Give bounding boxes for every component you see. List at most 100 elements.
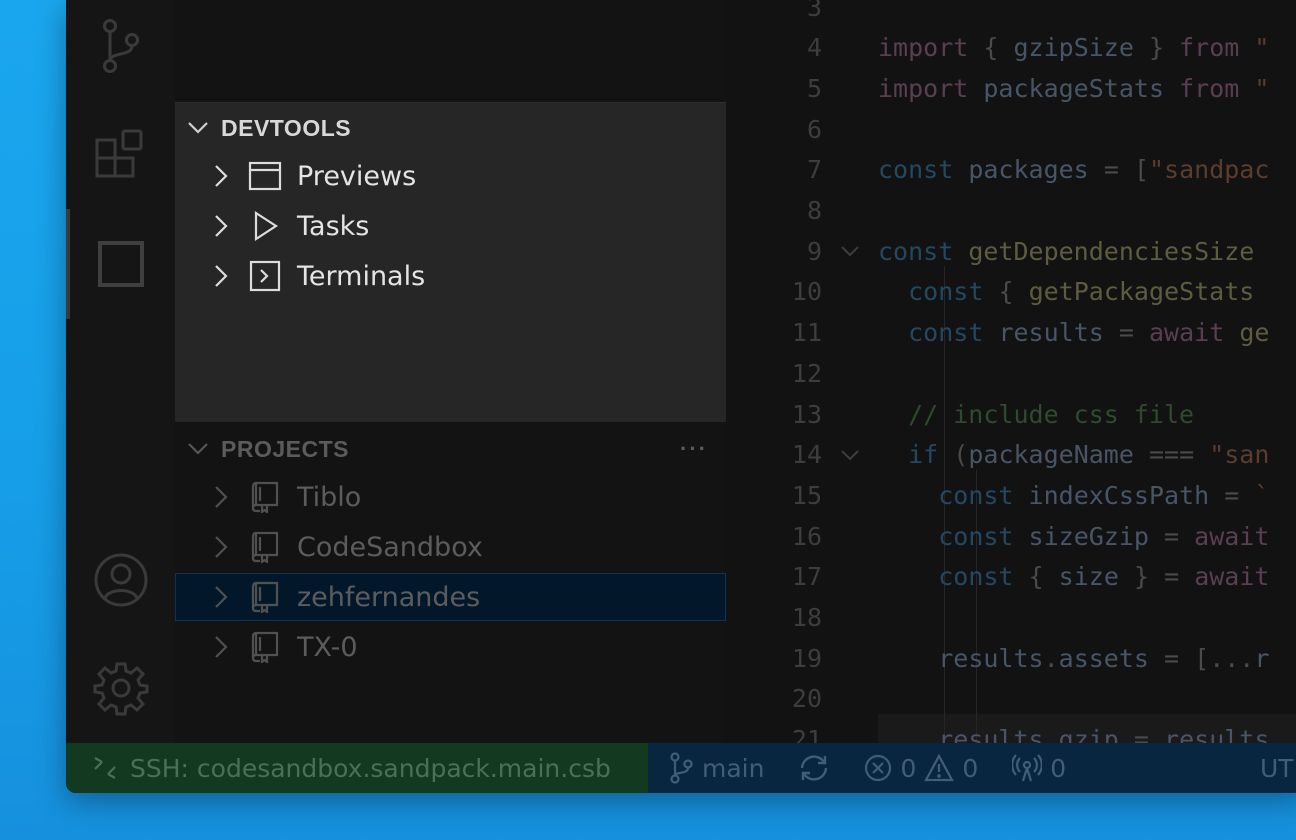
devtools-panel-icon[interactable] <box>93 236 149 292</box>
chevron-right-icon <box>205 635 237 659</box>
editor-window: DEVTOOLS Previews Tasks Terminals PROJEC… <box>66 0 1296 793</box>
repo-icon <box>247 581 283 613</box>
sync-icon <box>801 755 828 781</box>
code-line[interactable]: 16 const sizeGzip = await <box>726 516 1296 556</box>
line-number: 17 <box>791 562 822 592</box>
item-label: CodeSandbox <box>297 531 483 563</box>
repo-icon <box>247 631 283 663</box>
project-item-tiblo[interactable]: Tiblo <box>175 473 726 521</box>
code-line[interactable]: 19 results.assets = [...r <box>726 638 1296 678</box>
item-label: zehfernandes <box>297 581 481 613</box>
line-number: 4 <box>806 33 822 63</box>
project-item-tx-0[interactable]: TX-0 <box>175 623 726 671</box>
code-line[interactable]: 15 const indexCssPath = ` <box>726 475 1296 515</box>
ports-indicator[interactable]: 0 <box>1012 753 1066 783</box>
projects-title: PROJECTS <box>221 435 349 462</box>
code-text: // include css file <box>878 399 1195 429</box>
line-number: 20 <box>791 684 822 714</box>
line-number: 12 <box>791 358 822 388</box>
settings-gear-icon[interactable] <box>93 660 149 716</box>
code-line[interactable]: 9 const getDependenciesSize <box>726 231 1296 271</box>
code-line[interactable]: 13 // include css file <box>726 394 1296 434</box>
code-editor[interactable]: 3 4 import { gzipSize } from " 5 import pack… <box>726 0 1296 743</box>
line-number: 14 <box>791 440 822 470</box>
project-item-zehfernandes[interactable]: zehfernandes <box>175 573 726 621</box>
code-line[interactable]: 10 const { getPackageStats <box>726 272 1296 312</box>
devtools-item-previews[interactable]: Previews <box>175 152 726 200</box>
fold-chevron-icon[interactable] <box>822 245 878 257</box>
remote-label: SSH: codesandbox.sandpack.main.csb <box>130 753 611 783</box>
preview-window-icon <box>247 161 283 191</box>
line-number: 13 <box>791 399 822 429</box>
code-text: const results = await ge <box>908 318 1270 348</box>
code-line[interactable]: 7 const packages = ["sandpac <box>726 150 1296 190</box>
chevron-down-icon <box>175 442 221 456</box>
sync-button[interactable] <box>798 754 838 782</box>
repo-icon <box>247 481 283 513</box>
code-line[interactable]: 5 import packageStats from " <box>726 68 1296 108</box>
branch-label: main <box>702 753 765 783</box>
line-number: 21 <box>791 725 822 743</box>
source-control-icon[interactable] <box>93 18 149 74</box>
chevron-right-icon <box>205 214 237 238</box>
more-actions-icon[interactable]: ··· <box>680 426 708 472</box>
broadcast-icon <box>1012 754 1043 782</box>
devtools-item-tasks[interactable]: Tasks <box>175 202 726 250</box>
branch-indicator[interactable]: main <box>668 752 764 784</box>
code-line[interactable]: 6 <box>726 109 1296 149</box>
projects-header[interactable]: PROJECTS ··· <box>175 426 726 472</box>
line-number: 18 <box>791 603 822 632</box>
line-number: 3 <box>806 0 822 22</box>
encoding-label: UT <box>1260 753 1294 783</box>
chevron-right-icon <box>205 585 237 609</box>
devtools-header[interactable]: DEVTOOLS <box>175 105 726 151</box>
extensions-icon[interactable] <box>93 128 149 184</box>
code-text: import { gzipSize } from " <box>878 33 1270 63</box>
code-line[interactable]: 12 <box>726 353 1296 393</box>
code-text: results.assets = [...r <box>938 643 1270 673</box>
devtools-section: DEVTOOLS Previews Tasks Terminals <box>175 102 726 422</box>
code-line[interactable]: 11 const results = await ge <box>726 313 1296 353</box>
code-text: const { getPackageStats <box>908 277 1255 307</box>
error-count: 0 <box>900 753 917 783</box>
warning-count: 0 <box>962 753 979 783</box>
devtools-item-terminals[interactable]: Terminals <box>175 252 726 300</box>
code-line[interactable]: 21 results.gzip = results <box>726 720 1296 743</box>
item-label: Terminals <box>297 260 426 292</box>
devtools-title: DEVTOOLS <box>221 114 352 141</box>
project-item-codesandbox[interactable]: CodeSandbox <box>175 523 726 571</box>
code-text: if (packageName === "san <box>908 440 1270 470</box>
line-number: 10 <box>791 277 822 307</box>
fold-chevron-icon[interactable] <box>822 449 878 461</box>
line-number: 9 <box>806 236 822 266</box>
code-line[interactable]: 18 <box>726 598 1296 638</box>
code-text: const packages = ["sandpac <box>878 155 1270 185</box>
line-number: 15 <box>791 480 822 510</box>
remote-indicator[interactable]: SSH: codesandbox.sandpack.main.csb <box>66 743 648 793</box>
active-indicator <box>66 209 70 319</box>
item-label: TX-0 <box>297 631 358 663</box>
sidebar: DEVTOOLS Previews Tasks Terminals PROJEC… <box>175 0 726 743</box>
terminal-icon <box>247 260 283 292</box>
chevron-right-icon <box>205 264 237 288</box>
encoding-indicator[interactable]: UT <box>1260 754 1294 783</box>
remote-icon <box>94 757 116 779</box>
code-line[interactable]: 8 <box>726 191 1296 231</box>
status-bar: SSH: codesandbox.sandpack.main.csb main … <box>66 743 1296 793</box>
code-line[interactable]: 3 <box>726 0 1296 27</box>
repo-icon <box>247 531 283 563</box>
code-line[interactable]: 4 import { gzipSize } from " <box>726 28 1296 68</box>
code-text: const indexCssPath = ` <box>938 480 1270 510</box>
code-text: results.gzip = results <box>938 725 1270 743</box>
line-number: 11 <box>791 318 822 348</box>
line-number: 16 <box>791 521 822 551</box>
code-line[interactable]: 14 if (packageName === "san <box>726 435 1296 475</box>
code-line[interactable]: 17 const { size } = await <box>726 557 1296 597</box>
account-icon[interactable] <box>93 552 149 608</box>
code-line[interactable]: 20 <box>726 679 1296 719</box>
problems-indicator[interactable]: 0 0 <box>864 754 978 783</box>
ports-count: 0 <box>1050 753 1067 783</box>
item-label: Tiblo <box>297 481 362 513</box>
item-label: Previews <box>297 160 417 192</box>
warning-icon <box>924 754 955 782</box>
